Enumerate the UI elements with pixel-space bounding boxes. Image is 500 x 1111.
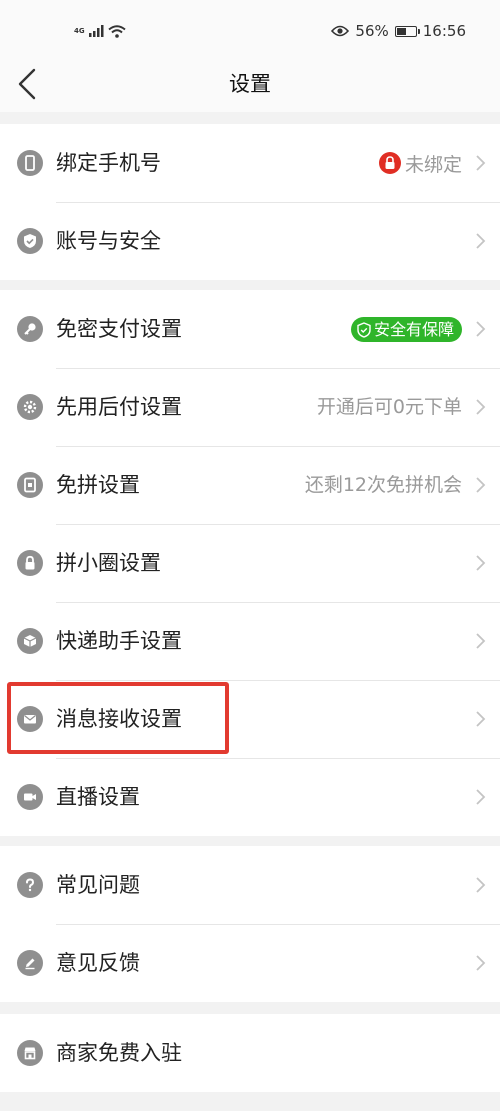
- shield-check-icon: [357, 321, 371, 338]
- eye-icon: [331, 25, 350, 37]
- status-bar: 4G 56% 16:56: [0, 0, 500, 56]
- gear-icon: [17, 394, 43, 420]
- circle-settings-label: 拼小圈设置: [56, 551, 161, 575]
- battery-fill: [396, 27, 407, 35]
- live-settings-row[interactable]: 直播设置: [0, 758, 500, 836]
- chevron-right-icon: [476, 321, 486, 337]
- faq-row[interactable]: 常见问题: [0, 846, 500, 924]
- chevron-right-icon: [476, 477, 486, 493]
- password-free-pay-label: 免密支付设置: [56, 317, 182, 341]
- security-badge-text: 安全有保障: [373, 320, 454, 339]
- status-right: 56% 16:56: [331, 20, 466, 42]
- mail-icon: [17, 706, 43, 732]
- video-icon: [17, 784, 43, 810]
- shield-check-icon: [17, 228, 43, 254]
- nav-bar: 设置: [0, 56, 500, 112]
- account-security-row[interactable]: 账号与安全: [0, 202, 500, 280]
- red-lock-icon: [378, 152, 401, 174]
- settings-group: 免密支付设置 安全有保障 先用后付设置 开通后可0元下单 免拼设置 还剩12次免…: [0, 290, 500, 836]
- live-settings-label: 直播设置: [56, 785, 140, 809]
- network-type: 4G: [74, 27, 85, 35]
- chevron-right-icon: [476, 155, 486, 171]
- free-group-row[interactable]: 免拼设置 还剩12次免拼机会: [0, 446, 500, 524]
- wifi-icon: [108, 24, 126, 38]
- merchant-join-row[interactable]: 商家免费入驻: [0, 1014, 500, 1092]
- message-receive-label: 消息接收设置: [56, 707, 182, 731]
- store-icon: [17, 1040, 43, 1066]
- help-group: 常见问题 意见反馈: [0, 846, 500, 1002]
- lock-icon: [17, 550, 43, 576]
- chevron-right-icon: [476, 877, 486, 893]
- pay-later-value: 开通后可0元下单: [316, 396, 462, 418]
- pay-later-row[interactable]: 先用后付设置 开通后可0元下单: [0, 368, 500, 446]
- clock: 16:56: [422, 22, 466, 40]
- message-receive-row[interactable]: 消息接收设置: [0, 680, 500, 758]
- document-icon: [17, 472, 43, 498]
- circle-settings-row[interactable]: 拼小圈设置: [0, 524, 500, 602]
- bind-phone-row[interactable]: 绑定手机号 未绑定: [0, 124, 500, 202]
- page-title: 设置: [229, 72, 271, 96]
- express-helper-row[interactable]: 快递助手设置: [0, 602, 500, 680]
- password-free-pay-row[interactable]: 免密支付设置 安全有保障: [0, 290, 500, 368]
- package-icon: [17, 628, 43, 654]
- chevron-right-icon: [476, 555, 486, 571]
- status-left: 4G: [74, 20, 126, 42]
- chevron-right-icon: [476, 711, 486, 727]
- merchant-group: 商家免费入驻: [0, 1014, 500, 1092]
- feedback-label: 意见反馈: [56, 951, 140, 975]
- chevron-right-icon: [476, 233, 486, 249]
- signal-icon: [89, 25, 104, 37]
- chevron-right-icon: [476, 399, 486, 415]
- security-badge: 安全有保障: [350, 317, 462, 342]
- chevron-right-icon: [476, 955, 486, 971]
- account-group: 绑定手机号 未绑定 账号与安全: [0, 124, 500, 280]
- phone-icon: [17, 150, 43, 176]
- phone-status: 未绑定: [378, 148, 462, 178]
- faq-label: 常见问题: [56, 873, 140, 897]
- merchant-join-label: 商家免费入驻: [56, 1041, 182, 1065]
- free-group-value: 还剩12次免拼机会: [304, 474, 462, 496]
- chevron-right-icon: [476, 633, 486, 649]
- chevron-right-icon: [476, 789, 486, 805]
- question-icon: [17, 872, 43, 898]
- phone-status-text: 未绑定: [404, 153, 462, 176]
- feedback-row[interactable]: 意见反馈: [0, 924, 500, 1002]
- pay-later-label: 先用后付设置: [56, 395, 182, 419]
- bind-phone-label: 绑定手机号: [56, 151, 161, 175]
- key-icon: [17, 316, 43, 342]
- pencil-icon: [17, 950, 43, 976]
- battery-percent: 56%: [355, 22, 389, 40]
- express-helper-label: 快递助手设置: [56, 629, 182, 653]
- account-security-label: 账号与安全: [56, 229, 161, 253]
- free-group-label: 免拼设置: [56, 473, 140, 497]
- battery-icon: [394, 25, 420, 37]
